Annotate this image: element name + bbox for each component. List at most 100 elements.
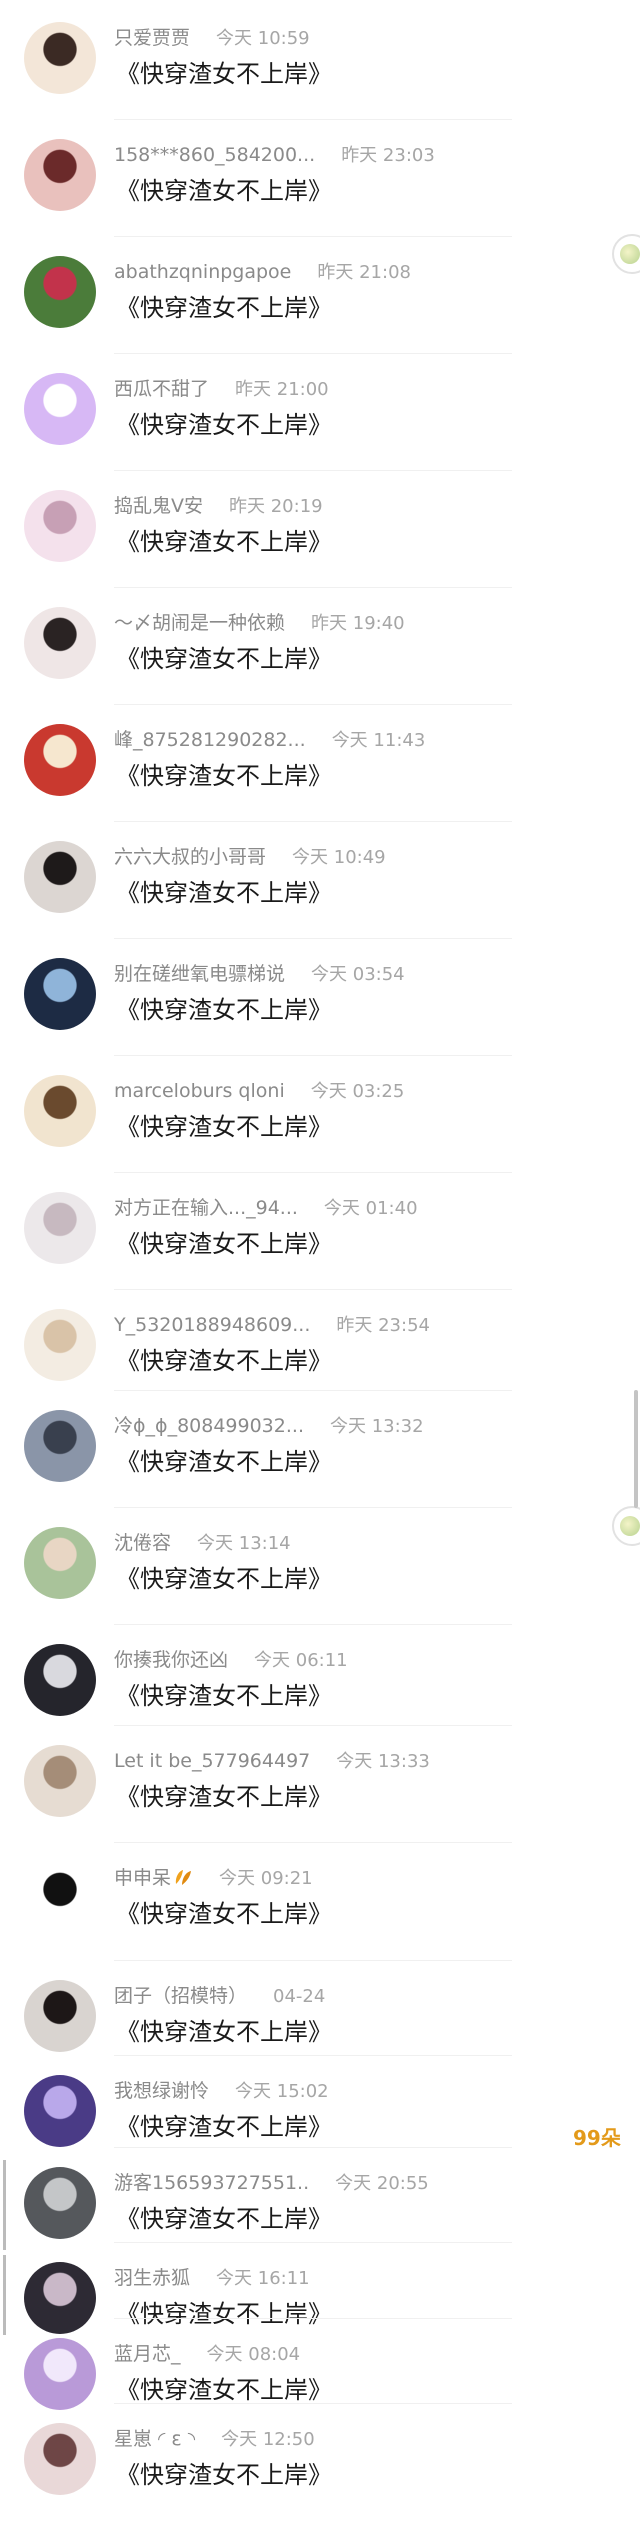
avatar[interactable]	[24, 256, 96, 328]
username[interactable]: 西瓜不甜了	[114, 378, 209, 400]
comment-item[interactable]: 峰_875281290282... 今天 11:43 《快穿渣女不上岸》	[0, 724, 640, 824]
comment-time: 今天 10:49	[292, 847, 386, 868]
comment-item[interactable]: 对方正在输入..._94... 今天 01:40 《快穿渣女不上岸》	[0, 1192, 640, 1292]
username[interactable]: 我想绿谢怜	[114, 2080, 209, 2102]
username[interactable]: 峰_875281290282...	[114, 729, 306, 751]
avatar[interactable]	[24, 22, 96, 94]
comment-text: 《快穿渣女不上岸》	[116, 1347, 332, 1375]
username[interactable]: 羽生赤狐	[114, 2267, 190, 2289]
comment-item[interactable]: Y_5320188948609... 昨天 23:54 《快穿渣女不上岸》	[0, 1309, 640, 1409]
avatar[interactable]	[24, 1644, 96, 1716]
avatar[interactable]	[24, 1980, 96, 2052]
avatar[interactable]	[24, 958, 96, 1030]
comment-item[interactable]: 星崽 ◜ ε ◝ 今天 12:50 《快穿渣女不上岸》	[0, 2423, 640, 2523]
comment-time: 昨天 21:00	[235, 379, 329, 400]
comment-item[interactable]: 只爱贾贾 今天 10:59 《快穿渣女不上岸》	[0, 22, 640, 122]
comment-item[interactable]: 冷ɸ_ɸ_808499032... 今天 13:32 《快穿渣女不上岸》	[0, 1410, 640, 1510]
username[interactable]: 只爱贾贾	[114, 27, 190, 49]
avatar[interactable]	[24, 841, 96, 913]
comment-header: Let it be_577964497 今天 13:33	[114, 1749, 430, 1774]
avatar[interactable]	[24, 724, 96, 796]
comment-header: 沈倦容 今天 13:14	[114, 1531, 291, 1556]
comment-item[interactable]: 我想绿谢怜 今天 15:02 《快穿渣女不上岸》	[0, 2075, 640, 2175]
divider	[114, 938, 512, 939]
username[interactable]: 团子（招模特）	[114, 1985, 247, 2007]
divider	[114, 470, 512, 471]
comment-time: 今天 06:11	[254, 1650, 348, 1671]
comment-text: 《快穿渣女不上岸》	[116, 411, 332, 439]
username[interactable]: 别在磋绁氧电骠梯说	[114, 963, 285, 985]
divider	[114, 1507, 512, 1508]
avatar[interactable]	[24, 1745, 96, 1817]
avatar[interactable]	[24, 2262, 96, 2334]
username[interactable]: abathzqninpgapoe	[114, 261, 291, 283]
comment-item[interactable]: ～〆胡闹是一种依赖 昨天 19:40 《快穿渣女不上岸》	[0, 607, 640, 707]
username[interactable]: 对方正在输入..._94...	[114, 1197, 298, 1219]
divider	[114, 1390, 512, 1391]
comment-item[interactable]: 你揍我你还凶 今天 06:11 《快穿渣女不上岸》	[0, 1644, 640, 1744]
comment-header: 蓝月芯_ 今天 08:04	[114, 2342, 300, 2367]
comment-item[interactable]: 团子（招模特） 04-24 《快穿渣女不上岸》	[0, 1980, 640, 2080]
username[interactable]: 沈倦容	[114, 1532, 171, 1554]
divider	[114, 1055, 512, 1056]
comment-header: ～〆胡闹是一种依赖 昨天 19:40	[114, 611, 405, 636]
username[interactable]: ～〆胡闹是一种依赖	[114, 612, 285, 634]
divider	[114, 587, 512, 588]
divider	[114, 2242, 512, 2243]
divider	[114, 2147, 512, 2148]
comment-header: 星崽 ◜ ε ◝ 今天 12:50	[114, 2427, 315, 2452]
username[interactable]: 星崽 ◜ ε ◝	[114, 2428, 195, 2450]
comment-item[interactable]: abathzqninpgapoe 昨天 21:08 《快穿渣女不上岸》	[0, 256, 640, 356]
comment-time: 昨天 20:19	[229, 496, 323, 517]
comment-item[interactable]: 西瓜不甜了 昨天 21:00 《快穿渣女不上岸》	[0, 373, 640, 473]
username[interactable]: 冷ɸ_ɸ_808499032...	[114, 1415, 304, 1437]
username[interactable]: Let it be_577964497	[114, 1750, 310, 1772]
avatar[interactable]	[24, 1075, 96, 1147]
comment-item[interactable]: marceloburs qloni 今天 03:25 《快穿渣女不上岸》	[0, 1075, 640, 1175]
username[interactable]: 蓝月芯_	[114, 2343, 181, 2365]
reply-thread-bar	[3, 2160, 6, 2250]
comment-item[interactable]: 158***860_584200... 昨天 23:03 《快穿渣女不上岸》	[0, 139, 640, 239]
username[interactable]: Y_5320188948609...	[114, 1314, 310, 1336]
username[interactable]: 你揍我你还凶	[114, 1649, 228, 1671]
avatar[interactable]	[24, 1192, 96, 1264]
comment-item[interactable]: Let it be_577964497 今天 13:33 《快穿渣女不上岸》	[0, 1745, 640, 1845]
username[interactable]: 158***860_584200...	[114, 144, 315, 166]
username[interactable]: marceloburs qloni	[114, 1080, 285, 1102]
comment-header: 你揍我你还凶 今天 06:11	[114, 1648, 348, 1673]
comment-text: 《快穿渣女不上岸》	[116, 1900, 332, 1928]
avatar[interactable]	[24, 607, 96, 679]
comment-item[interactable]: 申申呆 今天 09:21 《快穿渣女不上岸》	[0, 1862, 640, 1962]
comment-header: marceloburs qloni 今天 03:25	[114, 1079, 404, 1104]
username[interactable]: 捣乱鬼V安	[114, 495, 203, 517]
comment-text: 《快穿渣女不上岸》	[116, 528, 332, 556]
avatar[interactable]	[24, 1862, 96, 1934]
comment-item[interactable]: 沈倦容 今天 13:14 《快穿渣女不上岸》	[0, 1527, 640, 1627]
comment-item[interactable]: 捣乱鬼V安 昨天 20:19 《快穿渣女不上岸》	[0, 490, 640, 590]
avatar[interactable]	[24, 1527, 96, 1599]
avatar[interactable]	[24, 2338, 96, 2410]
comment-text: 《快穿渣女不上岸》	[116, 2376, 332, 2404]
avatar[interactable]	[24, 2075, 96, 2147]
comment-text: 《快穿渣女不上岸》	[116, 762, 332, 790]
divider	[114, 2318, 512, 2319]
comment-item[interactable]: 游客156593727551.. 今天 20:55 《快穿渣女不上岸》	[0, 2167, 640, 2267]
scrollbar[interactable]	[634, 1390, 638, 1508]
username[interactable]: 六六大叔的小哥哥	[114, 846, 266, 868]
username[interactable]: 游客156593727551..	[114, 2172, 309, 2194]
avatar[interactable]	[24, 2167, 96, 2239]
comment-item[interactable]: 别在磋绁氧电骠梯说 今天 03:54 《快穿渣女不上岸》	[0, 958, 640, 1058]
avatar[interactable]	[24, 373, 96, 445]
divider	[114, 2403, 512, 2404]
comment-header: 冷ɸ_ɸ_808499032... 今天 13:32	[114, 1414, 424, 1439]
username[interactable]: 申申呆	[114, 1867, 171, 1889]
avatar[interactable]	[24, 1410, 96, 1482]
comment-header: 游客156593727551.. 今天 20:55	[114, 2171, 429, 2196]
avatar[interactable]	[24, 2423, 96, 2495]
comment-time: 今天 12:50	[221, 2429, 315, 2450]
avatar[interactable]	[24, 139, 96, 211]
avatar[interactable]	[24, 1309, 96, 1381]
comment-item[interactable]: 六六大叔的小哥哥 今天 10:49 《快穿渣女不上岸》	[0, 841, 640, 941]
comment-text: 《快穿渣女不上岸》	[116, 879, 332, 907]
avatar[interactable]	[24, 490, 96, 562]
